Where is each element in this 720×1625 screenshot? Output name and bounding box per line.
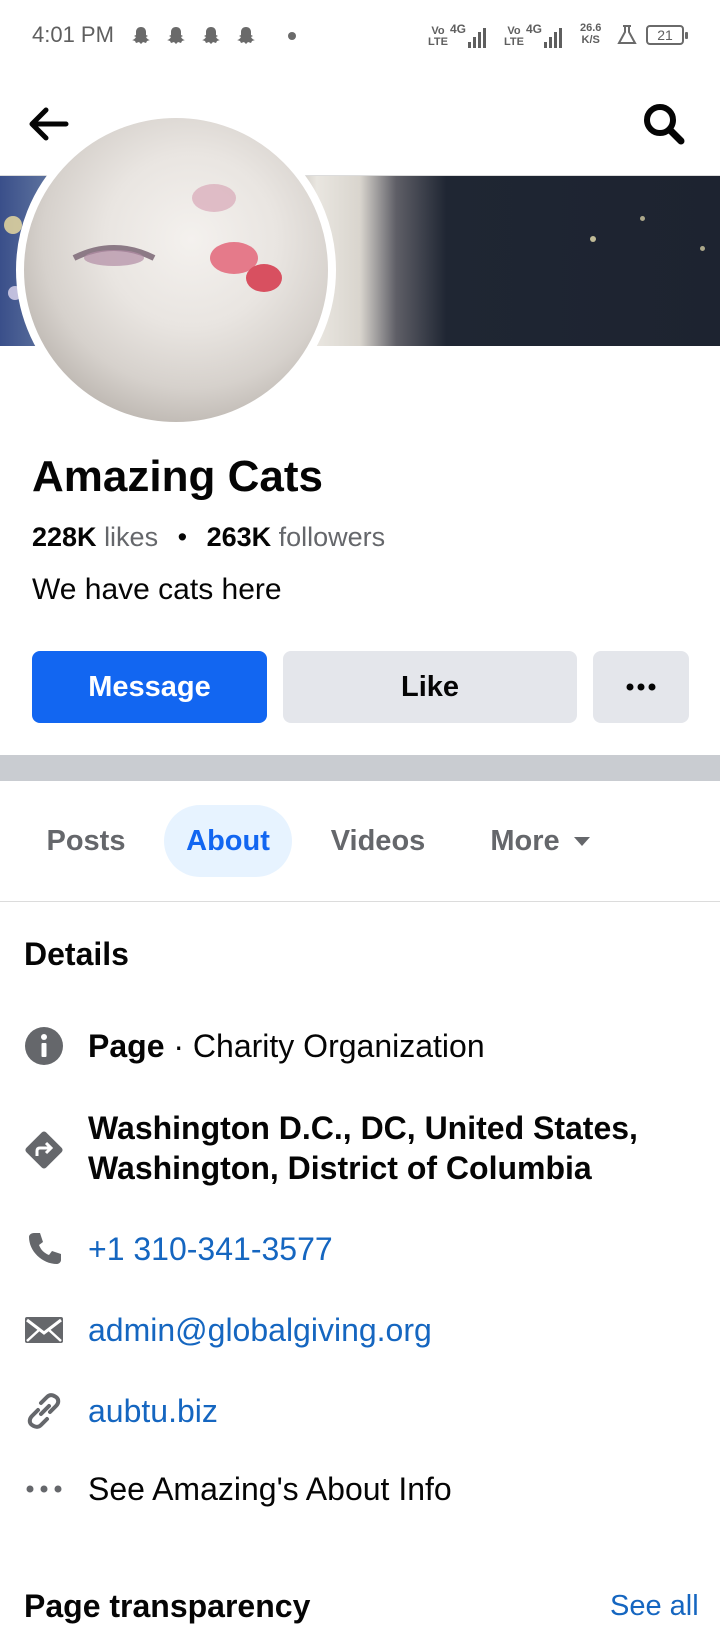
signal-bars-icon — [544, 26, 563, 48]
signal-bars-icon — [468, 26, 487, 48]
phone-link: +1 310-341-3577 — [88, 1231, 333, 1267]
phone-icon — [24, 1229, 64, 1269]
page-transparency-heading: Page transparency — [24, 1588, 311, 1624]
search-button[interactable] — [640, 100, 688, 148]
see-about-info: See Amazing's About Info — [88, 1471, 452, 1507]
details-heading: Details — [24, 936, 129, 972]
speed-unit: K/S — [581, 34, 600, 46]
mail-icon — [24, 1310, 64, 1350]
volte-label: Vo LTE — [504, 25, 524, 48]
followers-count: 263K — [206, 522, 272, 552]
see-all-link[interactable]: See all — [610, 1590, 699, 1623]
email-link: admin@globalgiving.org — [88, 1312, 432, 1348]
battery-icon: 21 — [646, 25, 688, 45]
tab-videos[interactable]: Videos — [318, 805, 438, 877]
tab-about[interactable]: About — [164, 805, 292, 877]
arrow-left-icon — [29, 107, 69, 141]
tab-posts[interactable]: Posts — [26, 805, 146, 877]
network-speed: 26.6 K/S — [580, 22, 601, 46]
address-text: Washington D.C., DC, United States, Wash… — [88, 1110, 638, 1186]
page-tagline: We have cats here — [32, 573, 282, 606]
status-bar: 4:01 PM Vo LTE 4G Vo LTE 4G 26.6 K/S 21 — [0, 0, 720, 72]
stats-separator: • — [177, 522, 188, 552]
ellipsis-icon — [24, 1469, 64, 1509]
tab-more[interactable]: More — [470, 805, 610, 877]
ellipsis-icon — [626, 683, 656, 691]
section-divider — [0, 755, 720, 781]
like-button[interactable]: Like — [283, 651, 577, 723]
speed-value: 26.6 — [580, 22, 602, 34]
info-icon — [24, 1026, 64, 1066]
directions-icon — [24, 1130, 64, 1170]
caret-down-icon — [573, 836, 590, 846]
message-button[interactable]: Message — [32, 651, 267, 723]
category-prefix: Page — [88, 1028, 165, 1064]
cat-face-image — [72, 184, 282, 292]
tab-more-label: More — [490, 824, 560, 857]
search-icon — [644, 104, 685, 145]
page-title: Amazing Cats — [32, 452, 323, 501]
more-options-button[interactable] — [593, 651, 689, 723]
website-link: aubtu.biz — [88, 1393, 218, 1429]
snapchat-icon — [132, 27, 150, 44]
snapchat-icon — [202, 27, 220, 44]
likes-count: 228K — [32, 522, 97, 552]
volte-label: Vo LTE — [428, 25, 448, 48]
category-separator: · — [164, 1028, 193, 1064]
signal-sim2: Vo LTE 4G — [504, 22, 563, 48]
page-stats: 228K likes • 263K followers — [32, 522, 385, 553]
network-type: 4G — [526, 22, 543, 36]
status-time: 4:01 PM — [32, 22, 114, 47]
signal-sim1: Vo LTE 4G — [428, 22, 487, 48]
snapchat-icon — [167, 27, 185, 44]
snapchat-icon — [237, 27, 255, 44]
likes-label: likes — [104, 522, 159, 552]
flask-icon — [617, 25, 637, 44]
category-value: Charity Organization — [192, 1028, 485, 1064]
notification-dot — [288, 32, 296, 40]
link-icon — [24, 1391, 64, 1431]
network-type: 4G — [450, 22, 467, 36]
page-tabs: Posts About Videos More — [0, 781, 720, 902]
back-button[interactable] — [24, 100, 72, 148]
followers-label: followers — [278, 522, 386, 552]
profile-picture[interactable] — [16, 110, 336, 430]
